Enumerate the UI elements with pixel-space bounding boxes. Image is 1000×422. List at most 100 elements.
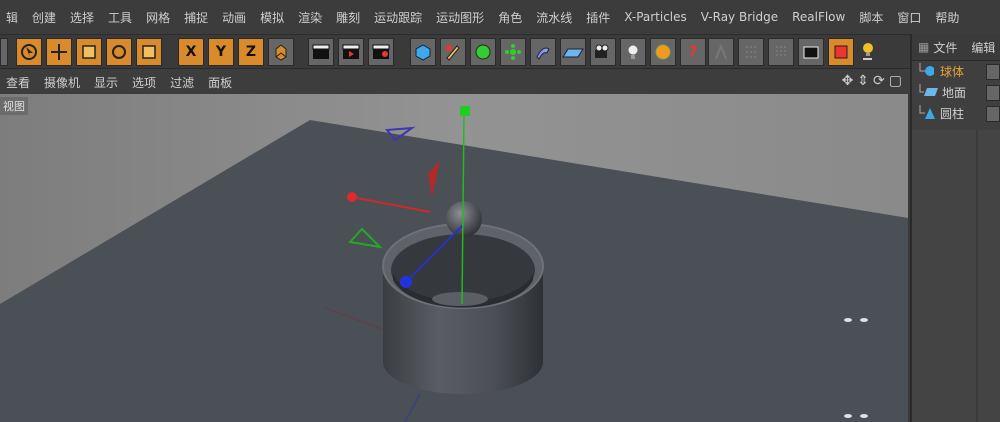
sphere-icon: [919, 63, 934, 76]
menu-plugins[interactable]: 插件: [580, 9, 618, 26]
viewport-menu-camera[interactable]: 摄像机: [38, 74, 88, 91]
interactive-render-button[interactable]: [828, 38, 854, 66]
axis-x-label: X: [185, 44, 197, 60]
object-row-cylinder[interactable]: 圆柱: [912, 103, 1000, 124]
object-visibility-toggle[interactable]: [986, 106, 1000, 122]
menu-help[interactable]: 帮助: [929, 9, 967, 26]
menu-window[interactable]: 窗口: [891, 9, 929, 26]
live-select-button[interactable]: [16, 38, 42, 66]
axis-y-button[interactable]: Y: [208, 38, 234, 66]
toolbar-edge-button[interactable]: [0, 38, 8, 66]
tool-c-button[interactable]: [768, 38, 794, 66]
axis-z-button[interactable]: Z: [238, 38, 264, 66]
object-label-floor: 地面: [942, 86, 967, 100]
clapboard-icon: [312, 44, 330, 59]
object-visibility-toggle[interactable]: [986, 85, 1000, 101]
viewport-scene[interactable]: [0, 94, 908, 422]
object-manager-empty-area[interactable]: [912, 130, 1000, 422]
tab-edit[interactable]: 编辑: [971, 39, 995, 56]
menu-realflow[interactable]: RealFlow: [786, 10, 853, 24]
menu-snap[interactable]: 捕捉: [178, 9, 216, 26]
menu-bar: 辑 创建 选择 工具 网格 捕捉 动画 模拟 渲染 雕刻 运动跟踪 运动图形 角…: [0, 0, 1000, 34]
camera-button[interactable]: [590, 38, 616, 66]
recent-tool-icon: [142, 45, 156, 59]
viewport-menu-panel[interactable]: 面板: [202, 74, 240, 91]
scale-icon: [82, 45, 96, 59]
menu-character[interactable]: 角色: [492, 9, 530, 26]
help-button[interactable]: ?: [680, 38, 706, 66]
object-manager-header: ▦ 文件 编辑: [912, 34, 1000, 61]
pen-icon: [446, 45, 460, 61]
object-label-sphere: 球体: [940, 65, 965, 79]
menu-vray-bridge[interactable]: V-Ray Bridge: [695, 10, 786, 24]
zoom-icon[interactable]: ⇕: [857, 73, 869, 89]
menu-simulate[interactable]: 模拟: [254, 9, 292, 26]
orbit-icon[interactable]: ⟳: [873, 73, 885, 89]
menu-sculpt[interactable]: 雕刻: [330, 9, 368, 26]
menu-script[interactable]: 脚本: [853, 9, 891, 26]
clapboard-gear-icon: [372, 44, 390, 59]
menu-select[interactable]: 选择: [64, 9, 102, 26]
pan-icon[interactable]: ✥: [842, 73, 854, 89]
menu-create[interactable]: 创建: [26, 9, 64, 26]
light-xyz-button[interactable]: [858, 38, 892, 66]
scale-button[interactable]: [76, 38, 102, 66]
viewport-menu-options[interactable]: 选项: [126, 74, 164, 91]
clapboard-play-icon: [342, 44, 360, 59]
axis-z-label: Z: [245, 44, 257, 60]
object-label-cylinder: 圆柱: [940, 107, 965, 121]
menu-render[interactable]: 渲染: [292, 9, 330, 26]
object-row-sphere[interactable]: 球体: [912, 61, 1000, 82]
viewport-menu-display[interactable]: 显示: [88, 74, 126, 91]
object-row-floor[interactable]: 地面: [912, 82, 1000, 103]
pen-spline-button[interactable]: [440, 38, 466, 66]
panel-grip-icon: ▦: [918, 40, 930, 54]
viewport-menu-view[interactable]: 查看: [0, 74, 38, 91]
light-button[interactable]: [620, 38, 646, 66]
move-button[interactable]: [46, 38, 72, 66]
render-region-icon: [834, 45, 848, 59]
cube-button[interactable]: [410, 38, 436, 66]
rotate-button[interactable]: [106, 38, 132, 66]
menu-tools[interactable]: 工具: [102, 9, 140, 26]
3d-viewport[interactable]: 视图: [0, 94, 908, 422]
modifier-icon: [715, 43, 727, 60]
deformer-button[interactable]: [530, 38, 556, 66]
menu-mesh[interactable]: 网格: [140, 9, 178, 26]
recent-tool-button[interactable]: [136, 38, 162, 66]
picture-viewer-button[interactable]: [798, 38, 824, 66]
render-to-picture-viewer-button[interactable]: [338, 38, 364, 66]
menu-animate[interactable]: 动画: [216, 9, 254, 26]
bend-deformer-icon: [536, 47, 550, 60]
menu-motion-tracking[interactable]: 运动跟踪: [368, 9, 430, 26]
menu-edit[interactable]: 辑: [0, 9, 26, 26]
object-visibility-toggle[interactable]: [986, 64, 1000, 80]
array-icon: [505, 44, 521, 60]
subdivision-surface-button[interactable]: [470, 38, 496, 66]
sphere-object[interactable]: [446, 201, 482, 237]
material-sphere-icon: [655, 44, 671, 60]
menu-x-particles[interactable]: X-Particles: [618, 10, 695, 24]
tool-a-button[interactable]: [708, 38, 734, 66]
move-icon: [51, 44, 67, 60]
light-xyz-icon: [863, 43, 873, 60]
menu-mograph[interactable]: 运动图形: [430, 9, 492, 26]
floor-icon: [919, 84, 938, 96]
maximize-view-icon[interactable]: ▢: [889, 73, 902, 89]
render-view-button[interactable]: [308, 38, 334, 66]
axis-x-button[interactable]: X: [178, 38, 204, 66]
rotate-icon: [112, 45, 126, 59]
array-button[interactable]: [500, 38, 526, 66]
render-settings-button[interactable]: [368, 38, 394, 66]
floor-button[interactable]: [560, 38, 586, 66]
viewport-menu-bar: 查看 摄像机 显示 选项 过滤 面板 ✥ ⇕ ⟳ ▢: [0, 68, 910, 95]
cursor-icon: [21, 44, 37, 60]
grid-dots-icon: [746, 46, 756, 58]
tab-file[interactable]: 文件: [933, 39, 957, 56]
viewport-menu-filter[interactable]: 过滤: [164, 74, 202, 91]
menu-pipeline[interactable]: 流水线: [530, 9, 580, 26]
cube-icon: [415, 44, 431, 61]
coordinate-system-button[interactable]: [268, 38, 294, 66]
material-button[interactable]: [650, 38, 676, 66]
tool-b-button[interactable]: [738, 38, 764, 66]
